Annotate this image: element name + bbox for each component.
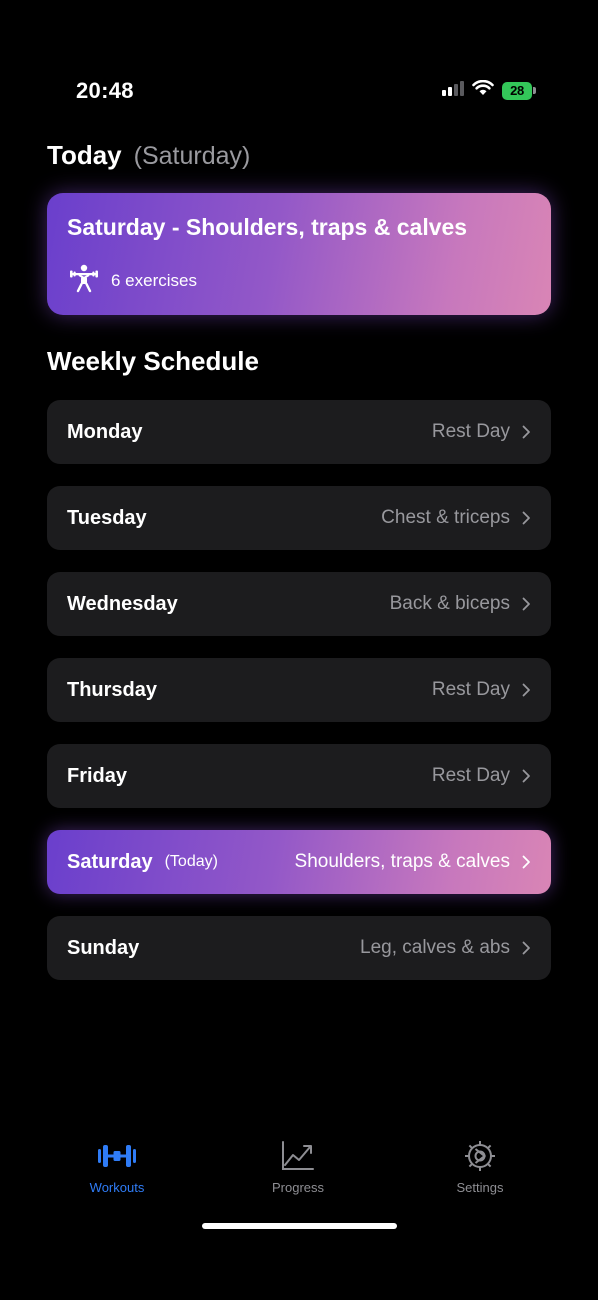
row-workout: Rest Day bbox=[431, 679, 510, 700]
exercise-count: 6 exercises bbox=[111, 270, 197, 290]
dumbbell-icon bbox=[97, 1135, 137, 1177]
row-day: Sunday bbox=[67, 936, 140, 959]
battery-cap bbox=[533, 87, 536, 94]
row-day: Saturday bbox=[67, 850, 153, 873]
chart-icon bbox=[280, 1135, 316, 1177]
schedule-row-thursday[interactable]: Thursday Rest Day bbox=[47, 658, 551, 722]
row-day: Tuesday bbox=[67, 506, 147, 529]
status-time: 20:48 bbox=[76, 78, 134, 103]
battery-icon: 28 bbox=[502, 81, 536, 100]
chevron-right-icon bbox=[522, 855, 531, 869]
row-workout: Back & biceps bbox=[389, 593, 510, 614]
weekly-schedule-title: Weekly Schedule bbox=[47, 346, 259, 376]
weightlifter-icon bbox=[69, 263, 99, 298]
battery-level: 28 bbox=[502, 81, 532, 100]
schedule-row-saturday[interactable]: Saturday (Today) Shoulders, traps & calv… bbox=[47, 830, 551, 894]
tab-label: Workouts bbox=[89, 1180, 145, 1195]
chevron-right-icon bbox=[522, 769, 531, 783]
today-tag: (Today) bbox=[164, 853, 218, 870]
row-workout: Chest & triceps bbox=[381, 507, 510, 528]
schedule-row-friday[interactable]: Friday Rest Day bbox=[47, 744, 551, 808]
row-day: Monday bbox=[67, 420, 143, 443]
tab-progress[interactable]: Progress bbox=[238, 1135, 358, 1195]
row-workout: Rest Day bbox=[431, 421, 510, 442]
row-workout: Rest Day bbox=[431, 765, 510, 786]
tab-label: Progress bbox=[271, 1180, 325, 1195]
chevron-right-icon bbox=[522, 941, 531, 955]
today-workout-card[interactable]: Saturday - Shoulders, traps & calves 6 e… bbox=[47, 193, 551, 315]
tab-workouts[interactable]: Workouts bbox=[57, 1135, 177, 1195]
status-bar: 20:48 28 bbox=[0, 0, 598, 120]
wifi-icon bbox=[472, 79, 494, 101]
row-workout: Leg, calves & abs bbox=[360, 937, 510, 958]
tab-label: Settings bbox=[456, 1180, 504, 1195]
tab-bar: Workouts Progress Settings bbox=[0, 1135, 598, 1215]
today-workout-title: Saturday - Shoulders, traps & calves bbox=[67, 214, 468, 240]
tab-settings[interactable]: Settings bbox=[420, 1135, 540, 1195]
schedule-row-monday[interactable]: Monday Rest Day bbox=[47, 400, 551, 464]
row-day: Friday bbox=[67, 764, 128, 787]
schedule-row-wednesday[interactable]: Wednesday Back & biceps bbox=[47, 572, 551, 636]
gear-icon bbox=[463, 1135, 497, 1177]
home-indicator[interactable] bbox=[202, 1223, 397, 1229]
today-header: Today (Saturday) bbox=[47, 140, 250, 171]
chevron-right-icon bbox=[522, 425, 531, 439]
chevron-right-icon bbox=[522, 683, 531, 697]
weekly-schedule-list: Monday Rest Day Tuesday Chest & triceps … bbox=[47, 400, 551, 1002]
schedule-row-sunday[interactable]: Sunday Leg, calves & abs bbox=[47, 916, 551, 980]
status-icons: 28 bbox=[442, 79, 536, 101]
row-day: Wednesday bbox=[67, 592, 178, 615]
today-day: (Saturday) bbox=[133, 142, 251, 170]
cellular-signal-icon bbox=[442, 80, 464, 101]
row-day: Thursday bbox=[67, 678, 158, 701]
chevron-right-icon bbox=[522, 511, 531, 525]
row-workout: Shoulders, traps & calves bbox=[294, 851, 510, 872]
chevron-right-icon bbox=[522, 597, 531, 611]
today-workout-meta: 6 exercises bbox=[69, 263, 197, 298]
schedule-row-tuesday[interactable]: Tuesday Chest & triceps bbox=[47, 486, 551, 550]
today-title: Today bbox=[47, 140, 122, 170]
